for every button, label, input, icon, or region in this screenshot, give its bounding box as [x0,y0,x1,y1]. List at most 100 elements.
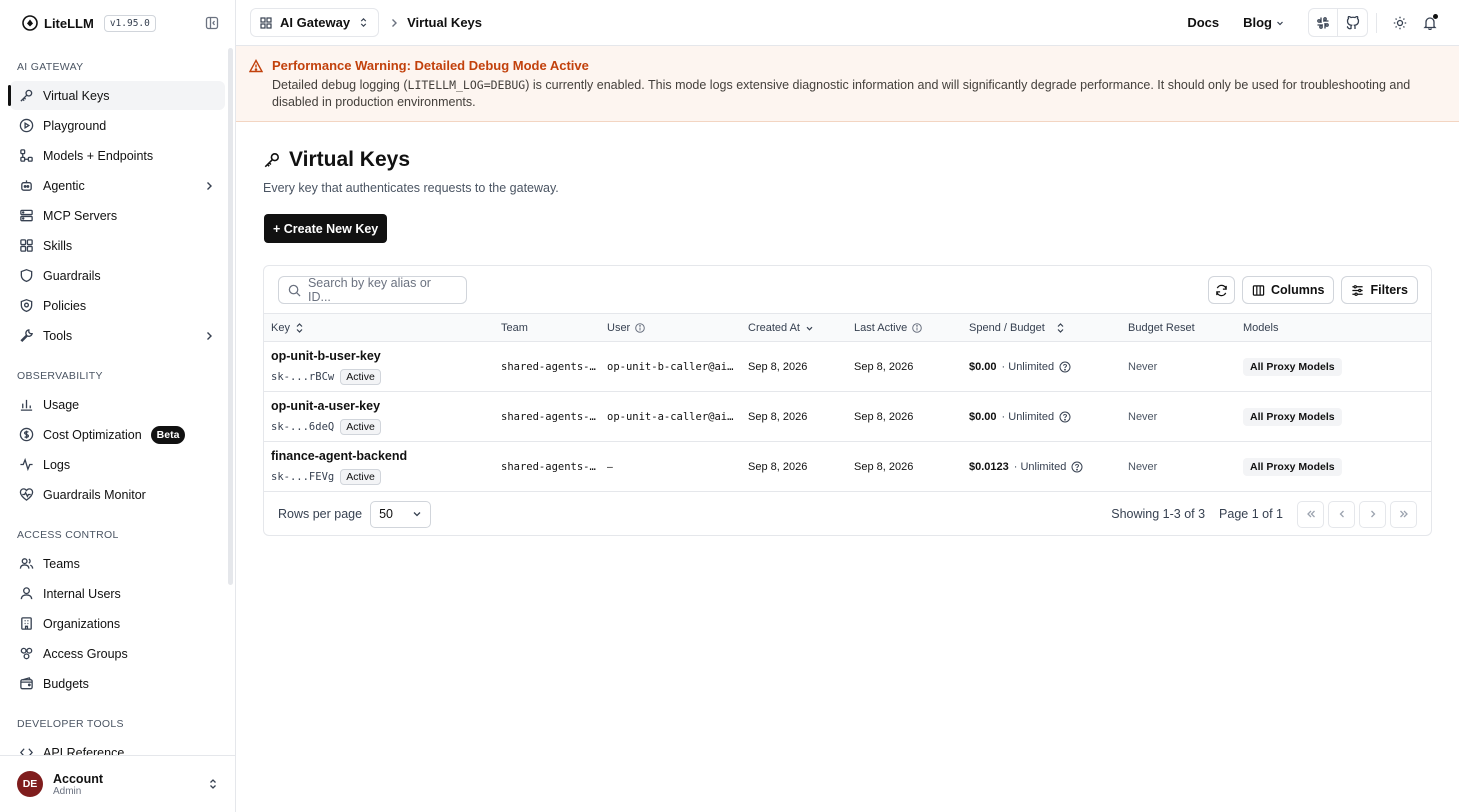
warning-body-prefix: Detailed debug logging ( [272,78,408,92]
column-header-key[interactable]: Key [271,314,304,342]
search-placeholder: Search by key alias or ID... [307,276,431,304]
sidebar-item-tools[interactable]: Tools [10,321,225,350]
blog-label: Blog [1243,15,1272,30]
table-row[interactable]: op-unit-b-user-key sk-...rBCw Active sha… [264,342,1431,392]
help-circle-icon[interactable] [1071,461,1083,473]
sidebar-item-playground[interactable]: Playground [10,111,225,140]
sidebar-item-mcp-servers[interactable]: MCP Servers [10,201,225,230]
debug-warning-banner: Performance Warning: Detailed Debug Mode… [236,46,1459,122]
help-circle-icon[interactable] [1059,411,1071,423]
created-cell: Sep 8, 2026 [748,361,808,373]
sidebar-item-access-groups[interactable]: Access Groups [10,639,225,668]
create-new-key-button[interactable]: + Create New Key [264,214,388,243]
sidebar-item-budgets[interactable]: Budgets [10,669,225,698]
slack-button[interactable] [1308,8,1338,37]
warning-body: Detailed debug logging (LITELLM_LOG=DEBU… [272,77,1443,111]
key-alias[interactable]: op-unit-a-user-key [271,399,380,413]
sidebar-scrollbar[interactable] [228,48,233,585]
gateway-selector[interactable]: AI Gateway [250,8,380,37]
skills-icon [20,239,33,252]
section-label-access-control: ACCESS CONTROL [17,529,119,541]
search-input[interactable]: Search by key alias or ID... [278,276,467,304]
model-pill: All Proxy Models [1243,358,1342,376]
help-circle-icon[interactable] [1059,361,1071,373]
chevron-right-icon [207,331,212,340]
sidebar-item-cost-optimization[interactable]: Cost Optimization Beta [10,420,225,449]
header-label: User [607,322,631,334]
account-menu[interactable]: DE Account Admin [0,755,235,812]
pagination: Rows per page 50 Showing 1-3 of 3 Page 1… [264,492,1431,535]
warning-triangle-icon [249,59,263,73]
filters-button[interactable]: Filters [1341,276,1418,304]
spend-cell: $0.00 · Unlimited [969,342,1071,392]
agentic-icon [21,180,32,191]
table-row[interactable]: finance-agent-backend sk-...FEVg Active … [264,442,1431,492]
rows-per-page-select[interactable]: 50 [370,500,432,528]
sidebar-item-teams[interactable]: Teams [10,549,225,578]
key-alias[interactable]: finance-agent-backend [271,449,407,463]
sidebar-item-guardrails[interactable]: Guardrails [10,261,225,290]
page-title: Virtual Keys [263,148,410,172]
sidebar-item-usage[interactable]: Usage [10,390,225,419]
info-icon[interactable] [912,323,923,333]
github-button[interactable] [1338,8,1368,37]
sidebar-item-label: Guardrails Monitor [43,487,146,502]
logo[interactable]: LiteLLM [22,15,94,31]
models-cell: All Proxy Models [1243,442,1342,492]
warning-title: Performance Warning: Detailed Debug Mode… [272,58,589,73]
sidebar-item-label: MCP Servers [43,208,118,223]
spend-value: $0.0123 [969,461,1009,473]
section-label-ai-gateway: AI GATEWAY [17,61,84,73]
info-icon[interactable] [635,323,646,333]
key-alias[interactable]: op-unit-b-user-key [271,349,381,363]
gateway-label: AI Gateway [280,15,351,30]
sidebar-item-skills[interactable]: Skills [10,231,225,260]
sidebar-item-agentic[interactable]: Agentic [10,171,225,200]
sidebar-collapse-icon[interactable] [205,16,219,30]
key-id-group: sk-...6deQ Active [271,419,381,435]
column-header-spend-budget[interactable]: Spend / Budget [969,314,1065,342]
sidebar-item-organizations[interactable]: Organizations [10,609,225,638]
refresh-button[interactable] [1208,276,1235,304]
prev-page-button[interactable] [1328,500,1355,528]
search-icon [288,284,301,297]
status-badge: Active [340,369,381,385]
sidebar-item-internal-users[interactable]: Internal Users [10,579,225,608]
columns-button[interactable]: Columns [1242,276,1335,304]
status-badge: Active [340,419,381,435]
last-active-cell: Sep 8, 2026 [854,461,914,473]
section-label-observability: OBSERVABILITY [17,370,103,382]
first-page-button[interactable] [1297,500,1324,528]
chevron-down-icon [806,326,813,331]
divider [1376,12,1377,33]
bar-chart-icon [20,399,33,411]
docs-link[interactable]: Docs [1187,15,1219,30]
sidebar-item-api-reference[interactable]: API Reference [10,738,225,756]
sidebar-item-guardrails-monitor[interactable]: Guardrails Monitor [10,480,225,509]
sidebar-item-policies[interactable]: Policies [10,291,225,320]
next-page-button[interactable] [1359,500,1386,528]
models-icon [20,149,33,162]
key-id: sk-...rBCw [271,371,335,383]
sidebar-item-logs[interactable]: Logs [10,450,225,479]
shield-icon [20,268,33,283]
user-cell: op-unit-b-caller@ai… [607,361,734,373]
app-name: LiteLLM [44,15,94,31]
blog-dropdown[interactable]: Blog [1243,15,1284,30]
theme-toggle[interactable] [1385,8,1415,38]
last-active-cell: Sep 8, 2026 [854,411,914,423]
sidebar-item-label: Guardrails [43,268,101,283]
sidebar-item-models-endpoints[interactable]: Models + Endpoints [10,141,225,170]
sidebar-item-label: Models + Endpoints [43,148,154,163]
wrench-icon [20,329,33,343]
header-label: Team [501,322,528,334]
beta-badge: Beta [150,425,186,444]
last-page-button[interactable] [1390,500,1417,528]
column-header-created-at[interactable]: Created At [748,314,814,342]
created-cell: Sep 8, 2026 [748,411,808,423]
sun-icon [1393,16,1407,29]
sidebar-item-virtual-keys[interactable]: Virtual Keys [8,81,225,110]
column-header-user: User [607,314,646,342]
table-row[interactable]: op-unit-a-user-key sk-...6deQ Active sha… [264,392,1431,442]
notifications-button[interactable] [1415,8,1445,38]
